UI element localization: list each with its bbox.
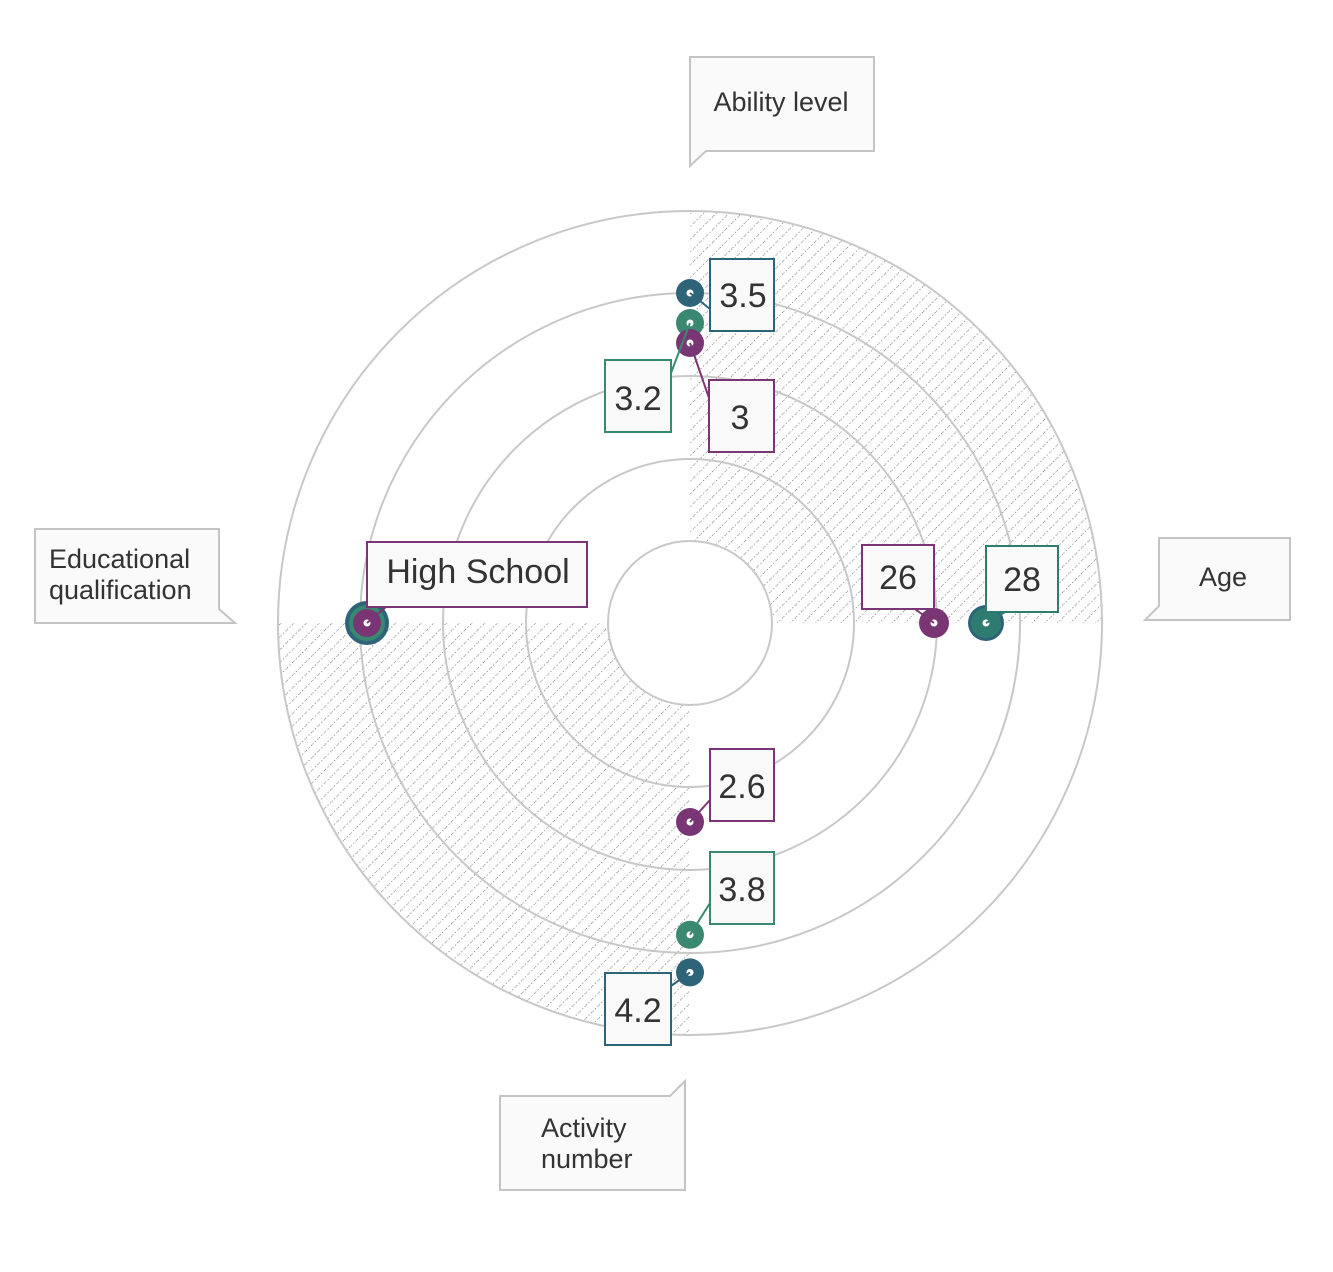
svg-text:Activitynumber: Activity number — [541, 1113, 633, 1174]
value-label-6: 2.6 — [689, 748, 775, 823]
axis-label-line: Educational — [49, 544, 190, 574]
axis-label-age: Age — [1142, 537, 1291, 621]
value-label-text: 3.5 — [719, 277, 766, 315]
value-label-9: High School — [366, 541, 588, 624]
axis-label-line: qualification — [49, 575, 192, 605]
svg-text:Educationalqualification: Educational qualification — [49, 544, 192, 605]
value-label-text: 3.2 — [614, 380, 661, 418]
polar-chart: Ability level Age Activity number Educati… — [34, 56, 1291, 1191]
value-label-text: 28 — [1003, 561, 1041, 599]
value-label-text: High School — [386, 553, 569, 591]
value-label-text: 3.8 — [718, 871, 765, 909]
value-label-text: 26 — [879, 559, 917, 597]
axis-label-activity-number: Activity number — [499, 1078, 686, 1191]
value-label-text: 2.6 — [718, 768, 765, 806]
value-label-text: 4.2 — [614, 992, 661, 1030]
axis-label-ability-level: Ability level — [689, 56, 875, 169]
axis-label-line: number — [541, 1144, 633, 1174]
axis-label-educational-qualification: Educational qualification — [34, 528, 238, 624]
value-label-text: 3 — [731, 399, 750, 437]
svg-text:Age: Age — [1199, 562, 1247, 592]
axis-label-line: Activity — [541, 1113, 627, 1143]
axis-label-line: Age — [1199, 562, 1247, 592]
axis-label-line: Ability level — [713, 87, 848, 117]
svg-text:Ability level: Ability level — [713, 87, 848, 117]
value-label-5: 28 — [985, 545, 1059, 624]
value-label-7: 3.8 — [689, 851, 775, 936]
